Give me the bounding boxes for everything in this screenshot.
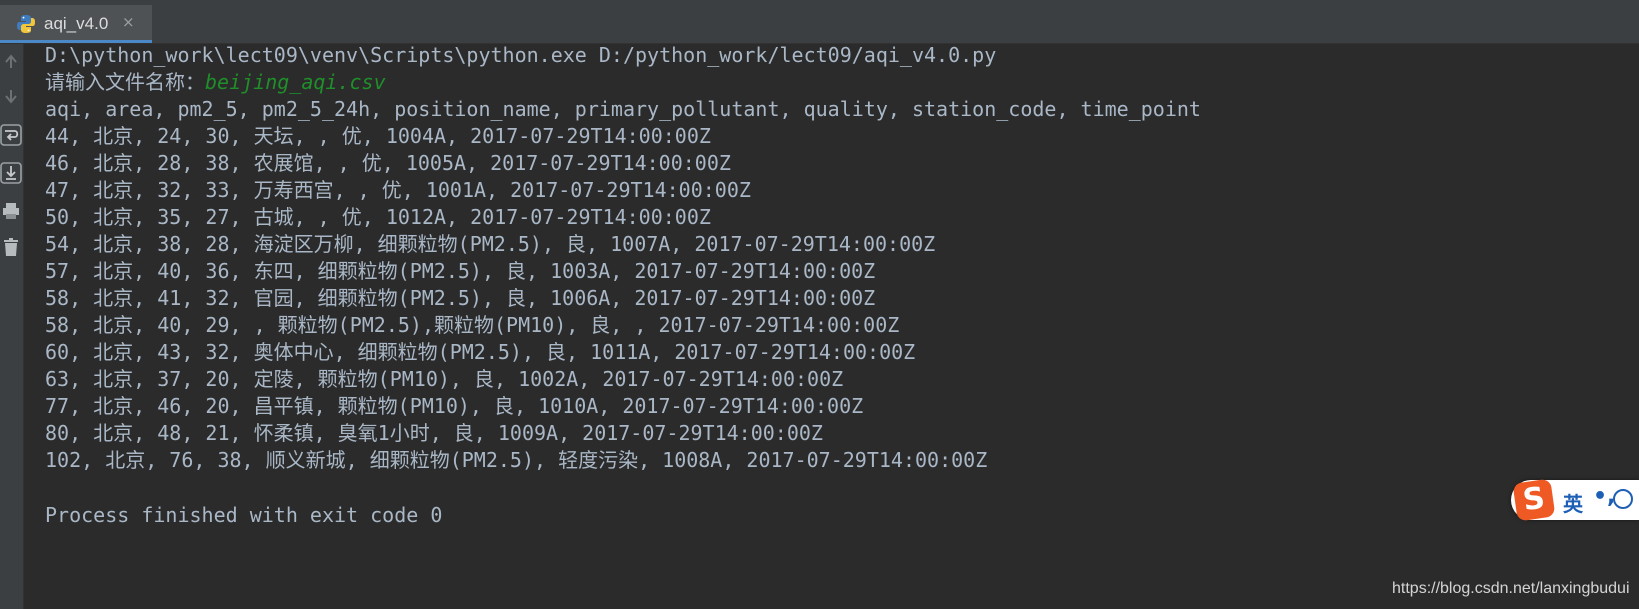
run-console[interactable]: D:\python_work\lect09\venv\Scripts\pytho…	[24, 43, 1639, 609]
ime-language-toggle[interactable]: 英	[1563, 488, 1583, 517]
console-output-row: 63, 北京, 37, 20, 定陵, 颗粒物(PM10), 良, 1002A,…	[45, 367, 844, 391]
tab-close-icon[interactable]: ×	[122, 13, 135, 31]
console-output-row: 57, 北京, 40, 36, 东四, 细颗粒物(PM2.5), 良, 1003…	[45, 259, 876, 283]
rerun-down-icon[interactable]	[0, 86, 22, 108]
rerun-up-icon[interactable]	[0, 50, 22, 72]
trash-icon[interactable]	[0, 236, 22, 258]
console-output-row: 46, 北京, 28, 38, 农展馆, , 优, 1005A, 2017-07…	[45, 151, 731, 175]
console-output-row: 80, 北京, 48, 21, 怀柔镇, 臭氧1小时, 良, 1009A, 20…	[45, 421, 823, 445]
console-output-row: 60, 北京, 43, 32, 奥体中心, 细颗粒物(PM2.5), 良, 10…	[45, 340, 916, 364]
console-output-row: 54, 北京, 38, 28, 海淀区万柳, 细颗粒物(PM2.5), 良, 1…	[45, 232, 936, 256]
sogou-logo-icon[interactable]: S	[1512, 478, 1556, 522]
console-command-line: D:\python_work\lect09\venv\Scripts\pytho…	[45, 43, 997, 67]
prompt-label: 请输入文件名称：	[45, 70, 205, 94]
python-file-icon	[16, 14, 36, 34]
ime-toolbar[interactable]: S 英 •,	[1511, 478, 1639, 522]
emoji-icon[interactable]	[1613, 489, 1633, 509]
console-output-row: 58, 北京, 40, 29, , 颗粒物(PM2.5),颗粒物(PM10), …	[45, 313, 900, 337]
watermark-url: https://blog.csdn.net/lanxingbudui	[1392, 580, 1630, 597]
console-output-row: 102, 北京, 76, 38, 顺义新城, 细颗粒物(PM2.5), 轻度污染…	[45, 448, 988, 472]
console-header-line: aqi, area, pm2_5, pm2_5_24h, position_na…	[45, 97, 1201, 121]
print-icon[interactable]	[0, 200, 22, 222]
console-output-row: 50, 北京, 35, 27, 古城, , 优, 1012A, 2017-07-…	[45, 205, 711, 229]
console-output-row: 58, 北京, 41, 32, 官园, 细颗粒物(PM2.5), 良, 1006…	[45, 286, 876, 310]
console-output-row: 77, 北京, 46, 20, 昌平镇, 颗粒物(PM10), 良, 1010A…	[45, 394, 864, 418]
console-exit-line: Process finished with exit code 0	[45, 503, 443, 527]
soft-wrap-icon[interactable]	[0, 124, 22, 146]
console-toolbar	[0, 44, 24, 609]
tab-aqi-v4[interactable]: aqi_v4.0 ×	[0, 5, 152, 43]
console-prompt-line: 请输入文件名称：beijing_aqi.csv	[45, 68, 386, 96]
ime-punctuation-toggle[interactable]: •,	[1593, 484, 1615, 509]
run-tab-bar: aqi_v4.0 ×	[0, 5, 1639, 44]
tab-title: aqi_v4.0	[44, 14, 109, 33]
prompt-user-input: beijing_aqi.csv	[205, 70, 386, 94]
scroll-to-end-icon[interactable]	[0, 162, 22, 184]
console-output-row: 44, 北京, 24, 30, 天坛, , 优, 1004A, 2017-07-…	[45, 124, 711, 148]
console-output-row: 47, 北京, 32, 33, 万寿西宫, , 优, 1001A, 2017-0…	[45, 178, 751, 202]
